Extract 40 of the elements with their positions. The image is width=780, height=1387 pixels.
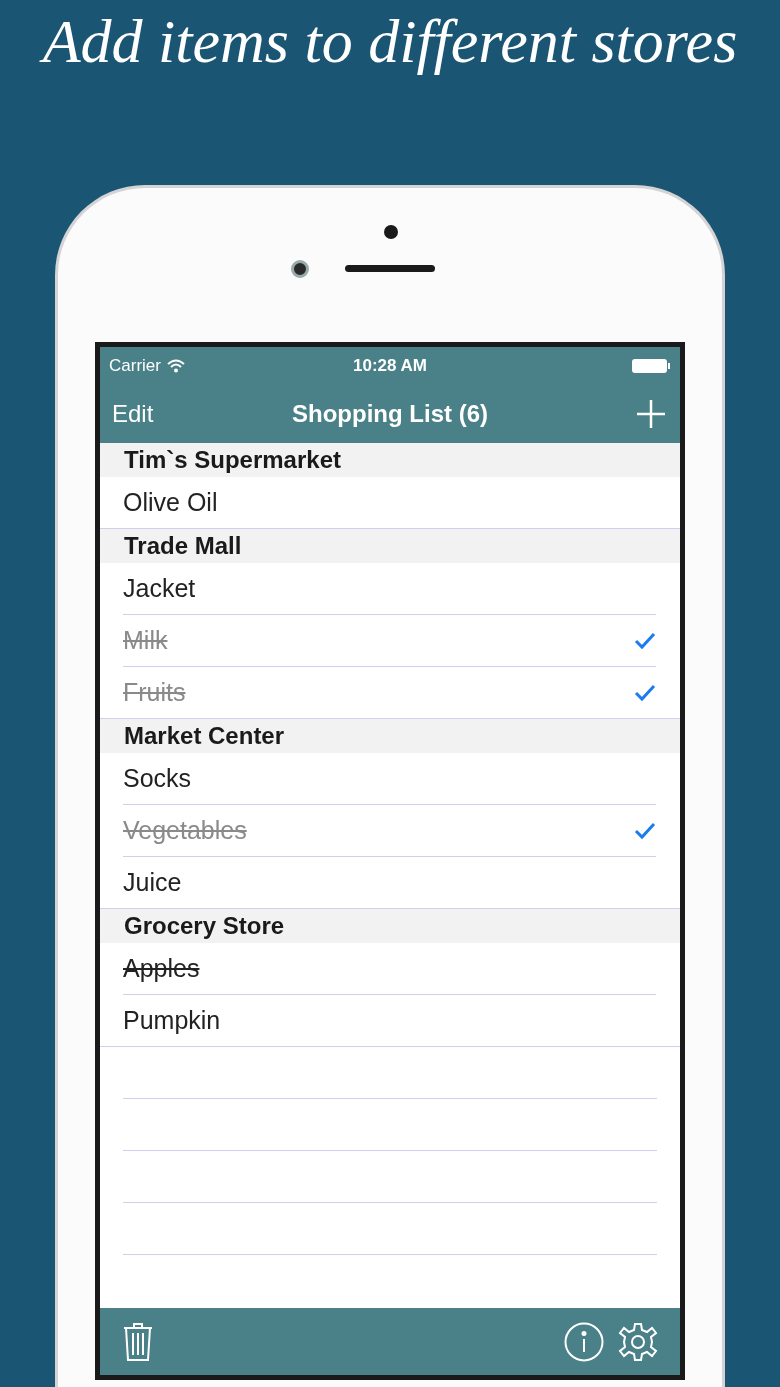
item-name: Juice [123, 866, 182, 898]
list-item[interactable]: Apples [123, 943, 656, 995]
checkmark-icon [634, 631, 656, 650]
add-button[interactable] [634, 397, 668, 431]
speaker-icon [345, 265, 435, 272]
carrier-label: Carrier [109, 355, 161, 378]
section-header: Grocery Store [100, 909, 680, 943]
info-button[interactable] [564, 1321, 604, 1362]
trash-icon [122, 1321, 154, 1362]
battery-icon [631, 358, 671, 374]
list-item[interactable]: Socks [123, 753, 656, 805]
sensor-icon [384, 225, 398, 239]
list-item[interactable]: Juice [123, 857, 656, 908]
wifi-icon [166, 359, 185, 373]
settings-button[interactable] [618, 1321, 658, 1362]
item-name: Milk [123, 624, 168, 656]
settings-icon [618, 1321, 658, 1362]
camera-icon [291, 260, 309, 278]
checkmark-icon [634, 821, 656, 840]
list-item[interactable]: Pumpkin [123, 995, 656, 1046]
item-name: Vegetables [123, 814, 247, 846]
info-icon [564, 1321, 604, 1362]
status-time: 10:28 AM [353, 355, 427, 378]
section-header: Market Center [100, 719, 680, 753]
nav-title: Shopping List (6) [292, 399, 488, 429]
item-name: Pumpkin [123, 1004, 221, 1036]
item-name: Jacket [123, 572, 196, 604]
item-name: Socks [123, 762, 192, 794]
plus-icon [636, 399, 666, 429]
section-header: Trade Mall [100, 529, 680, 563]
list-item[interactable]: Jacket [123, 563, 656, 615]
section-header: Tim`s Supermarket [100, 443, 680, 477]
delete-button[interactable] [122, 1321, 154, 1362]
item-name: Fruits [123, 676, 186, 708]
headline: Add items to different stores [30, 8, 750, 74]
checkmark-icon [634, 683, 656, 702]
item-name: Apples [123, 952, 200, 984]
list-item[interactable]: Olive Oil [123, 477, 656, 528]
item-name: Olive Oil [123, 486, 218, 518]
edit-button[interactable]: Edit [112, 396, 154, 432]
